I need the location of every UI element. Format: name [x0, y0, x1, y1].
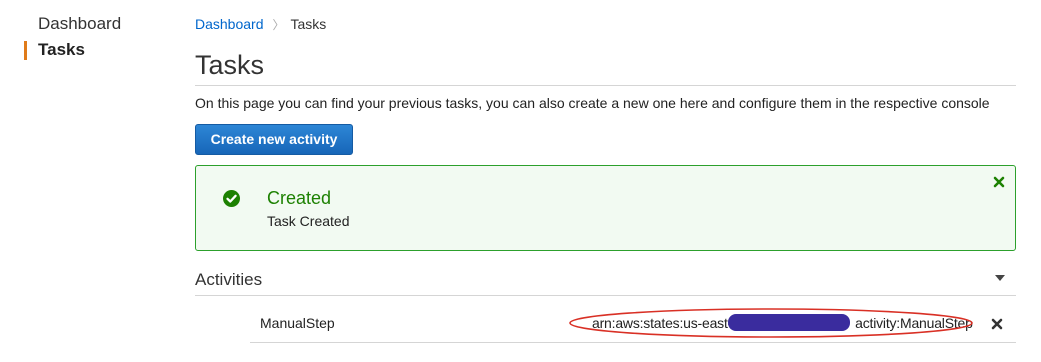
delete-icon[interactable]: [991, 318, 1003, 330]
page-title: Tasks: [195, 50, 265, 80]
close-icon[interactable]: [993, 176, 1005, 188]
activities-divider: [195, 295, 1016, 296]
success-alert: Created Task Created: [195, 165, 1016, 251]
sidebar: Dashboard Tasks: [0, 0, 170, 362]
sidebar-item-dashboard[interactable]: Dashboard: [38, 14, 121, 34]
breadcrumb-separator: 〉: [272, 18, 285, 32]
annotation-ellipse: [569, 308, 973, 338]
page-description: On this page you can find your previous …: [195, 95, 990, 111]
activity-arn: arn:aws:states:us-east-activity:ManualSt…: [568, 307, 974, 339]
title-divider: [195, 85, 1016, 86]
check-circle-icon: [223, 190, 240, 207]
caret-down-icon[interactable]: [995, 275, 1005, 281]
activity-name: ManualStep: [260, 315, 335, 331]
breadcrumb-current: Tasks: [290, 16, 327, 32]
create-new-activity-button[interactable]: Create new activity: [195, 124, 353, 155]
sidebar-active-indicator: [24, 41, 27, 60]
activities-section-header[interactable]: Activities: [195, 269, 1016, 297]
row-divider: [250, 342, 1016, 343]
sidebar-item-tasks[interactable]: Tasks: [38, 40, 85, 60]
breadcrumb: Dashboard 〉 Tasks: [195, 16, 326, 33]
breadcrumb-link-dashboard[interactable]: Dashboard: [195, 16, 264, 32]
activities-title: Activities: [195, 270, 263, 289]
alert-title: Created: [267, 188, 332, 208]
alert-message: Task Created: [267, 213, 350, 229]
activity-row: ManualStep arn:aws:states:us-east-activi…: [250, 307, 1016, 342]
